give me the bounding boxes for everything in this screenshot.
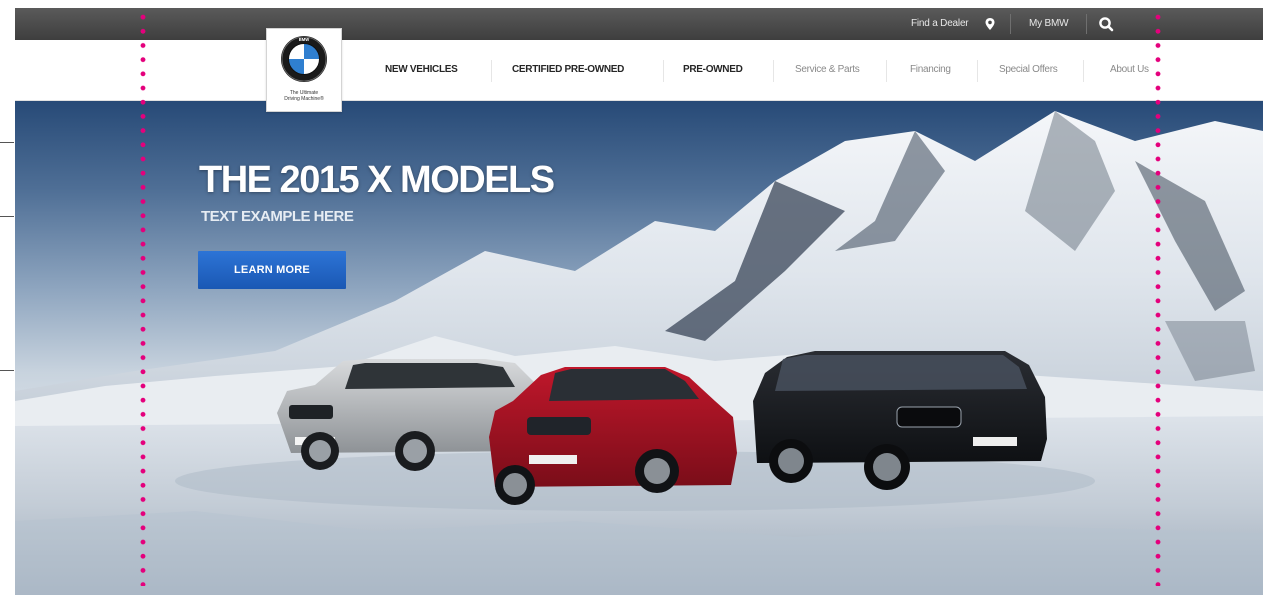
my-bmw-link[interactable]: My BMW	[1029, 8, 1069, 40]
nav-special-offers[interactable]: Special Offers	[999, 40, 1058, 100]
guide-tick	[0, 142, 14, 143]
nav-divider	[773, 60, 774, 82]
nav-service-parts[interactable]: Service & Parts	[795, 40, 860, 100]
nav-divider	[886, 60, 887, 82]
utility-bar: Find a Dealer My BMW	[15, 8, 1263, 40]
main-nav: NEW VEHICLES CERTIFIED PRE-OWNED PRE-OWN…	[15, 40, 1263, 101]
logo-tagline: The Ultimate Driving Machine®	[284, 90, 324, 102]
utility-divider	[1086, 14, 1087, 34]
bmw-roundel-icon: BMW	[281, 36, 327, 82]
svg-text:BMW: BMW	[299, 37, 310, 42]
nav-divider	[1083, 60, 1084, 82]
guide-line-right	[1155, 10, 1161, 586]
hero-subtitle: TEXT EXAMPLE HERE	[201, 208, 354, 225]
hero-banner: THE 2015 X MODELS TEXT EXAMPLE HERE LEAR…	[15, 101, 1263, 595]
nav-divider	[663, 60, 664, 82]
nav-financing[interactable]: Financing	[910, 40, 951, 100]
guide-tick	[0, 370, 14, 371]
guide-line-left	[140, 10, 146, 586]
map-pin-icon[interactable]	[983, 17, 997, 31]
hero-title: THE 2015 X MODELS	[199, 159, 555, 201]
learn-more-button[interactable]: LEARN MORE	[198, 251, 346, 289]
nav-about-us[interactable]: About Us	[1110, 40, 1149, 100]
page-frame: Find a Dealer My BMW NEW VEHICLES CERTIF…	[15, 8, 1263, 595]
find-dealer-link[interactable]: Find a Dealer	[911, 8, 969, 40]
nav-pre-owned[interactable]: PRE-OWNED	[683, 40, 743, 100]
guide-tick	[0, 216, 14, 217]
nav-divider	[977, 60, 978, 82]
nav-divider	[491, 60, 492, 82]
search-icon[interactable]	[1098, 16, 1114, 32]
nav-certified-pre-owned[interactable]: CERTIFIED PRE-OWNED	[512, 40, 624, 100]
nav-new-vehicles[interactable]: NEW VEHICLES	[385, 40, 458, 100]
brand-logo[interactable]: BMW The Ultimate Driving Machine®	[266, 28, 342, 112]
utility-divider	[1010, 14, 1011, 34]
